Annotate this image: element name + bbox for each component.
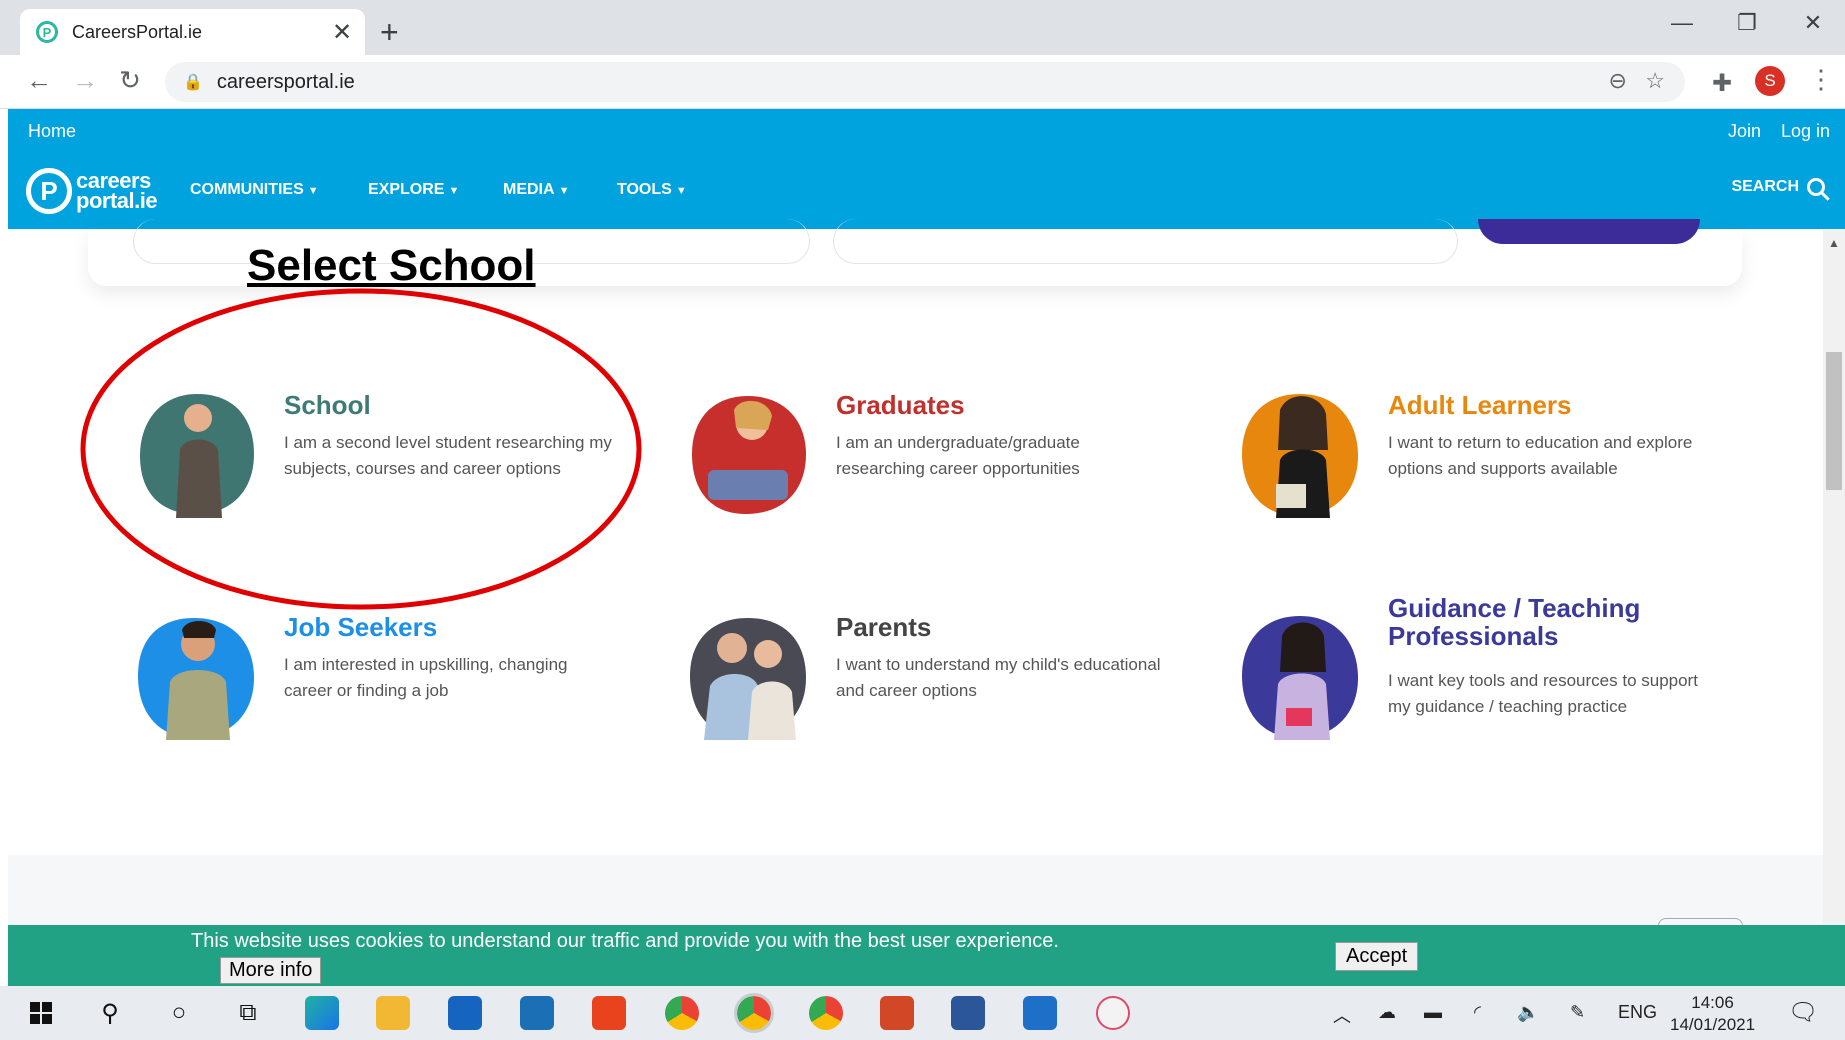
wifi-icon[interactable]: ◜: [1474, 1002, 1481, 1023]
site-main-nav: P careers portal.ie COMMUNITIES ▼ EXPLORE…: [8, 154, 1845, 229]
login-link[interactable]: Log in: [1781, 121, 1830, 142]
powerpoint-app-icon[interactable]: [880, 996, 914, 1030]
edge-app-icon[interactable]: [305, 996, 339, 1030]
new-tab-button[interactable]: +: [380, 14, 399, 51]
tab-close-icon[interactable]: ✕: [327, 18, 357, 47]
logo-wordmark: careers portal.ie: [76, 168, 158, 213]
word-app-icon[interactable]: [951, 996, 985, 1030]
page-lower-section: [8, 855, 1825, 925]
window-close-button[interactable]: ✕: [1793, 10, 1833, 36]
address-bar[interactable]: 🔒 careersportal.ie ⊖ ☆: [165, 62, 1685, 102]
extensions-puzzle-icon[interactable]: ✚: [1712, 69, 1732, 98]
browser-tab[interactable]: P CareersPortal.ie ✕: [20, 9, 365, 55]
reload-icon[interactable]: ↻: [113, 65, 147, 96]
zoom-and-bookmark-icons[interactable]: ⊖ ☆: [1609, 68, 1666, 94]
search-field-2[interactable]: [833, 219, 1458, 264]
audience-card-job-seekers[interactable]: Job Seekers I am interested in upskillin…: [136, 612, 656, 752]
careersportal-logo[interactable]: P careers portal.ie: [26, 168, 158, 214]
search-icon: [1807, 178, 1825, 196]
site-utility-bar: Home Join Log in: [8, 109, 1845, 154]
back-arrow-icon[interactable]: ←: [22, 65, 56, 96]
cortana-icon[interactable]: ○: [162, 996, 196, 1030]
cookie-banner: This website uses cookies to understand …: [8, 925, 1845, 986]
annotation-title: Select School: [247, 241, 536, 290]
guidance-teacher-photo: [1242, 616, 1358, 740]
home-link[interactable]: Home: [28, 121, 76, 142]
scrollbar-thumb[interactable]: [1826, 352, 1842, 490]
audience-description: I want key tools and resources to suppor…: [1388, 671, 1698, 716]
chevron-down-icon: ▼: [448, 185, 460, 197]
audience-title[interactable]: Parents: [836, 612, 931, 643]
chrome-profile-a-icon[interactable]: [809, 996, 843, 1030]
logo-mark-icon: P: [26, 168, 72, 214]
onedrive-icon[interactable]: ☁: [1378, 1002, 1396, 1023]
annotation-ellipse: [80, 288, 642, 610]
volume-icon[interactable]: 🔈: [1517, 1002, 1539, 1023]
graduate-photo: [692, 396, 806, 514]
chevron-down-icon: ▼: [558, 185, 570, 197]
page-scrollbar[interactable]: [1823, 229, 1845, 925]
pen-icon[interactable]: ✎: [1570, 1002, 1585, 1023]
audience-title[interactable]: Job Seekers: [284, 612, 437, 643]
nav-explore[interactable]: EXPLORE ▼: [368, 181, 459, 199]
windows-taskbar: ⚲ ○ ⧉ ︿ ☁ ▬ ◜ 🔈 ✎ ENG 14:06 14/01/2021 🗨: [0, 986, 1845, 1040]
careersportal-favicon-icon: P: [36, 21, 58, 43]
photos-app-icon[interactable]: [1023, 996, 1057, 1030]
parents-photo: [690, 618, 806, 740]
audience-description: I am an undergraduate/graduate researchi…: [836, 433, 1080, 478]
lock-icon: 🔒: [183, 74, 203, 91]
audience-title[interactable]: Adult Learners: [1388, 390, 1572, 421]
office-app-icon[interactable]: [592, 996, 626, 1030]
adult-learner-photo: [1242, 394, 1358, 518]
battery-icon[interactable]: ▬: [1424, 1002, 1442, 1023]
show-hidden-icons[interactable]: ︿: [1333, 1002, 1351, 1028]
notifications-icon[interactable]: 🗨: [1788, 998, 1818, 1027]
audience-card-guidance-teaching[interactable]: Guidance / Teaching Professionals I want…: [1240, 594, 1760, 752]
chevron-down-icon: ▼: [675, 185, 687, 197]
snipping-tool-icon[interactable]: [1096, 996, 1130, 1030]
audience-description: I want to understand my child's educatio…: [836, 655, 1161, 700]
join-link[interactable]: Join: [1728, 121, 1761, 142]
profile-avatar[interactable]: S: [1755, 66, 1785, 96]
audience-description: I want to return to education and explor…: [1388, 433, 1693, 478]
minimize-button[interactable]: —: [1662, 10, 1702, 36]
site-search-button[interactable]: SEARCH: [1731, 178, 1825, 196]
search-submit-button[interactable]: [1478, 219, 1700, 244]
mail-app-icon[interactable]: [448, 996, 482, 1030]
nav-communities[interactable]: COMMUNITIES ▼: [190, 181, 319, 199]
nav-media[interactable]: MEDIA ▼: [503, 181, 569, 199]
forward-arrow-icon[interactable]: →: [68, 65, 102, 96]
chrome-active-icon[interactable]: [734, 993, 774, 1033]
chevron-down-icon: ▼: [307, 185, 319, 197]
task-view-icon[interactable]: ⧉: [231, 996, 265, 1030]
audience-card-parents[interactable]: Parents I want to understand my child's …: [688, 612, 1208, 752]
audience-card-graduates[interactable]: Graduates I am an undergraduate/graduate…: [688, 390, 1208, 530]
job-seeker-photo: [138, 618, 254, 740]
scroll-up-arrow-icon[interactable]: ▲: [1828, 236, 1840, 250]
windows-start-icon[interactable]: [24, 996, 58, 1030]
audience-card-adult-learners[interactable]: Adult Learners I want to return to educa…: [1240, 390, 1760, 530]
file-explorer-icon[interactable]: [376, 996, 410, 1030]
browser-toolbar: ← → ↻ 🔒 careersportal.ie ⊖ ☆ ✚: [0, 55, 1845, 109]
restore-button[interactable]: ❐: [1727, 10, 1767, 36]
cookie-more-info-button[interactable]: More info: [220, 957, 322, 984]
url-text: careersportal.ie: [216, 70, 355, 93]
search-icon[interactable]: ⚲: [93, 996, 127, 1030]
cookie-accept-button[interactable]: Accept: [1335, 942, 1419, 971]
language-indicator[interactable]: ENG: [1618, 1002, 1657, 1023]
system-clock[interactable]: 14:06 14/01/2021: [1670, 992, 1755, 1036]
audience-title[interactable]: Guidance / Teaching Professionals: [1388, 594, 1728, 650]
audience-description: I am interested in upskilling, changing …: [284, 655, 568, 700]
browser-menu-icon[interactable]: ⋮: [1808, 64, 1834, 95]
browser-tab-strip: P CareersPortal.ie ✕ + — ❐ ✕: [0, 0, 1845, 55]
cookie-message: This website uses cookies to understand …: [191, 930, 1059, 952]
chrome-profile-s-icon[interactable]: [665, 996, 699, 1030]
tab-title: CareersPortal.ie: [72, 21, 203, 42]
nav-tools[interactable]: TOOLS ▼: [617, 181, 687, 199]
audience-title[interactable]: Graduates: [836, 390, 965, 421]
dell-app-icon[interactable]: [520, 996, 554, 1030]
